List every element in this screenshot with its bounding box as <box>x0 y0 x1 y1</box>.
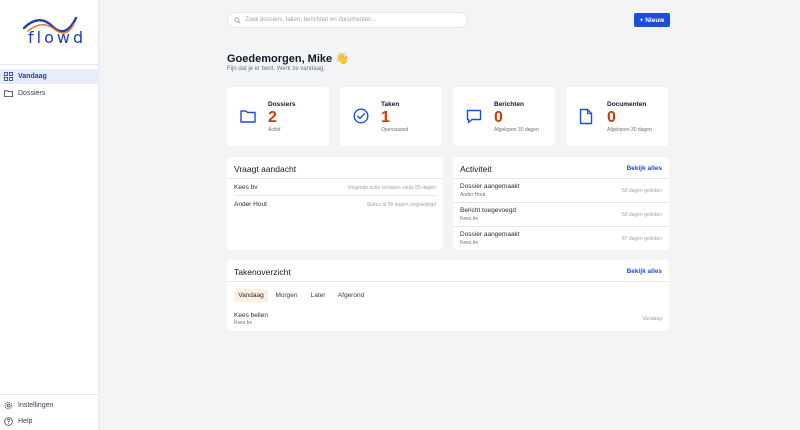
activity-sub: Kees bv <box>460 216 479 222</box>
sidebar-item-label: Instellingen <box>18 402 54 409</box>
attention-panel: Vraagt aandacht Kees bv Volgende actie v… <box>227 157 443 250</box>
stat-sub: Openstaand <box>381 127 409 133</box>
sidebar-divider <box>0 64 99 65</box>
row-divider <box>234 195 436 196</box>
panel-title: Takenoverzicht <box>234 267 291 277</box>
view-all-link[interactable]: Bekijk alles <box>627 165 662 172</box>
folder-icon <box>240 110 256 123</box>
task-sub: Kees bv <box>234 320 253 326</box>
panel-divider <box>453 178 669 179</box>
activity-time: 87 dagen geleden <box>621 236 662 242</box>
gear-icon <box>4 401 13 410</box>
sidebar: flowd Vandaag Dossiers Instellingen Help <box>0 0 99 430</box>
sidebar-divider <box>0 394 99 395</box>
stat-card-documenten[interactable]: Documenten 0 Afgelopen 30 dagen <box>566 87 668 146</box>
attention-item-name: Kees bv <box>234 184 258 191</box>
panel-title: Vraagt aandacht <box>234 164 297 174</box>
page-subtitle: Fijn dat je er bent. Werk ze vandaag. <box>227 66 325 72</box>
stat-value: 0 <box>494 109 503 126</box>
tab-later[interactable]: Later <box>306 289 330 302</box>
stat-value: 1 <box>381 109 390 126</box>
document-icon <box>579 108 593 125</box>
grid-icon <box>4 72 13 81</box>
activity-time: 58 dagen geleden <box>621 212 662 218</box>
sidebar-item-help[interactable]: Help <box>0 414 99 429</box>
stat-label: Berichten <box>494 101 524 108</box>
activity-panel: Activiteit Bekijk alles Dossier aangemaa… <box>453 157 669 250</box>
sidebar-item-vandaag[interactable]: Vandaag <box>0 69 99 84</box>
task-title: Kees bellen <box>234 312 268 319</box>
attention-item-status: Volgende actie verlopen sinds 59 dagen <box>347 185 436 191</box>
stat-label: Dossiers <box>268 101 296 108</box>
row-divider <box>453 226 669 227</box>
stat-sub: Actief <box>268 127 281 133</box>
folder-icon <box>4 90 13 98</box>
sidebar-item-dossiers[interactable]: Dossiers <box>0 86 99 101</box>
sidebar-item-label: Help <box>18 418 33 425</box>
stat-card-dossiers[interactable]: Dossiers 2 Actief <box>227 87 329 146</box>
activity-title: Dossier aangemaakt <box>460 231 520 238</box>
stat-card-berichten[interactable]: Berichten 0 Afgelopen 30 dagen <box>453 87 555 146</box>
activity-title: Dossier aangemaakt <box>460 183 520 190</box>
search-icon <box>234 16 241 24</box>
panel-divider <box>227 178 443 179</box>
attention-item-name: Ander Hout <box>234 201 267 208</box>
message-icon <box>466 109 482 124</box>
panel-divider <box>227 281 669 282</box>
search-input[interactable]: Zoek dossiers, taken, berichten en docum… <box>227 12 468 28</box>
view-all-link[interactable]: Bekijk alles <box>627 268 662 275</box>
tab-morgen[interactable]: Morgen <box>271 289 302 302</box>
row-divider <box>453 202 669 203</box>
stat-value: 0 <box>607 109 616 126</box>
activity-sub: Ander Hout <box>460 192 486 198</box>
search-placeholder: Zoek dossiers, taken, berichten en docum… <box>245 17 377 23</box>
sidebar-item-label: Vandaag <box>18 73 47 80</box>
tab-afgerond[interactable]: Afgerond <box>334 289 368 302</box>
activity-time: 58 dagen geleden <box>621 188 662 194</box>
task-due: Vandaag <box>642 316 662 322</box>
tab-vandaag[interactable]: Vandaag <box>234 289 268 302</box>
new-button[interactable]: + Nieuw <box>634 13 670 27</box>
sidebar-item-instellingen[interactable]: Instellingen <box>0 398 99 413</box>
sidebar-item-label: Dossiers <box>18 90 46 97</box>
attention-item-status: Status al 58 dagen ongewijzigd <box>366 202 436 208</box>
stat-sub: Afgelopen 30 dagen <box>607 127 652 133</box>
logo-text: flowd <box>28 28 87 47</box>
page-title: Goedemorgen, Mike 👋 <box>227 53 349 65</box>
activity-title: Bericht toegevoegd <box>460 207 517 214</box>
panel-title: Activiteit <box>460 164 492 174</box>
stat-value: 2 <box>268 109 277 126</box>
check-circle-icon <box>353 108 369 124</box>
stat-label: Taken <box>381 101 400 108</box>
stat-sub: Afgelopen 30 dagen <box>494 127 539 133</box>
stat-label: Documenten <box>607 101 647 108</box>
stat-card-taken[interactable]: Taken 1 Openstaand <box>340 87 442 146</box>
activity-sub: Kees bv <box>460 240 479 246</box>
help-icon <box>4 417 13 426</box>
